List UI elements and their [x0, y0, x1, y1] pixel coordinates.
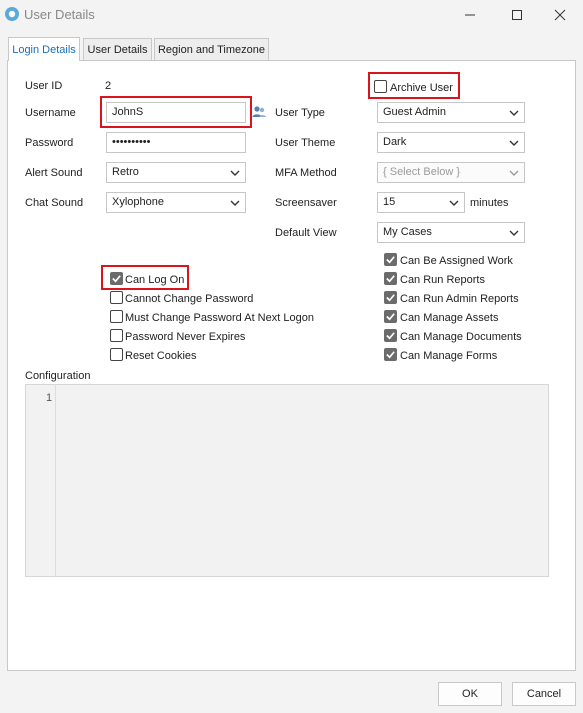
configuration-editor[interactable] — [25, 384, 549, 577]
chevron-down-icon — [509, 170, 519, 176]
chevron-down-icon — [449, 200, 459, 206]
screensaver-label: Screensaver — [275, 197, 337, 209]
reset-cookies-label: Reset Cookies — [125, 350, 197, 362]
close-icon[interactable] — [537, 0, 583, 30]
users-icon[interactable] — [251, 104, 267, 120]
chat-sound-label: Chat Sound — [25, 197, 84, 209]
chat-sound-select[interactable]: Xylophone — [106, 192, 246, 213]
can-manage-assets-label: Can Manage Assets — [400, 312, 499, 324]
user-type-label: User Type — [275, 107, 325, 119]
password-never-expires-checkbox[interactable] — [110, 329, 123, 342]
default-view-label: Default View — [275, 227, 337, 239]
line-number: 1 — [46, 392, 53, 404]
mfa-method-value: { Select Below } — [383, 166, 461, 178]
chevron-down-icon — [230, 170, 240, 176]
app-logo-icon — [4, 6, 20, 22]
can-manage-documents-label: Can Manage Documents — [400, 331, 522, 343]
can-be-assigned-work-checkbox[interactable] — [384, 253, 397, 266]
password-label: Password — [25, 137, 74, 149]
maximize-icon[interactable] — [494, 0, 540, 30]
alert-sound-label: Alert Sound — [25, 167, 83, 179]
tab-user-details[interactable]: User Details — [83, 38, 152, 60]
user-type-select[interactable]: Guest Admin — [377, 102, 525, 123]
user-theme-label: User Theme — [275, 137, 336, 149]
can-run-reports-label: Can Run Reports — [400, 274, 485, 286]
can-manage-forms-checkbox[interactable] — [384, 348, 397, 361]
screensaver-value: 15 — [383, 196, 396, 208]
chevron-down-icon — [509, 110, 519, 116]
editor-gutter — [25, 384, 56, 577]
user-theme-select[interactable]: Dark — [377, 132, 525, 153]
can-manage-forms-label: Can Manage Forms — [400, 350, 498, 362]
default-view-value: My Cases — [383, 226, 432, 238]
screensaver-select[interactable]: 15 — [377, 192, 465, 213]
can-manage-assets-checkbox[interactable] — [384, 310, 397, 323]
ok-button[interactable]: OK — [438, 682, 502, 706]
alert-sound-select[interactable]: Retro — [106, 162, 246, 183]
username-label: Username — [25, 107, 76, 119]
can-run-admin-reports-checkbox[interactable] — [384, 291, 397, 304]
password-input[interactable]: •••••••••• — [106, 132, 246, 153]
must-change-password-checkbox[interactable] — [110, 310, 123, 323]
default-view-select[interactable]: My Cases — [377, 222, 525, 243]
archive-user-checkbox[interactable] — [374, 80, 387, 93]
configuration-label: Configuration — [25, 370, 91, 382]
chevron-down-icon — [509, 230, 519, 236]
user-theme-value: Dark — [383, 136, 407, 148]
chat-sound-value: Xylophone — [112, 196, 164, 208]
reset-cookies-checkbox[interactable] — [110, 348, 123, 361]
minimize-icon[interactable] — [447, 0, 493, 30]
must-change-password-label: Must Change Password At Next Logon — [125, 312, 314, 324]
user-id-value: 2 — [105, 80, 112, 92]
password-never-expires-label: Password Never Expires — [125, 331, 246, 343]
screensaver-unit: minutes — [470, 197, 509, 209]
user-type-value: Guest Admin — [383, 106, 446, 118]
archive-user-label: Archive User — [390, 82, 453, 94]
cancel-button[interactable]: Cancel — [512, 682, 576, 706]
tab-login-details[interactable]: Login Details — [8, 37, 80, 61]
chevron-down-icon — [509, 140, 519, 146]
can-manage-documents-checkbox[interactable] — [384, 329, 397, 342]
username-input[interactable]: JohnS — [106, 102, 246, 123]
can-run-admin-reports-label: Can Run Admin Reports — [400, 293, 519, 305]
alert-sound-value: Retro — [112, 166, 139, 178]
tab-region-timezone[interactable]: Region and Timezone — [154, 38, 269, 60]
can-be-assigned-work-label: Can Be Assigned Work — [400, 255, 513, 267]
mfa-method-select[interactable]: { Select Below } — [377, 162, 525, 183]
cannot-change-password-label: Cannot Change Password — [125, 293, 254, 305]
can-log-on-label: Can Log On — [125, 274, 185, 286]
window-title: User Details — [24, 7, 95, 22]
cannot-change-password-checkbox[interactable] — [110, 291, 123, 304]
chevron-down-icon — [230, 200, 240, 206]
mfa-method-label: MFA Method — [275, 167, 337, 179]
user-id-label: User ID — [25, 80, 63, 92]
can-run-reports-checkbox[interactable] — [384, 272, 397, 285]
can-log-on-checkbox[interactable] — [110, 272, 123, 285]
